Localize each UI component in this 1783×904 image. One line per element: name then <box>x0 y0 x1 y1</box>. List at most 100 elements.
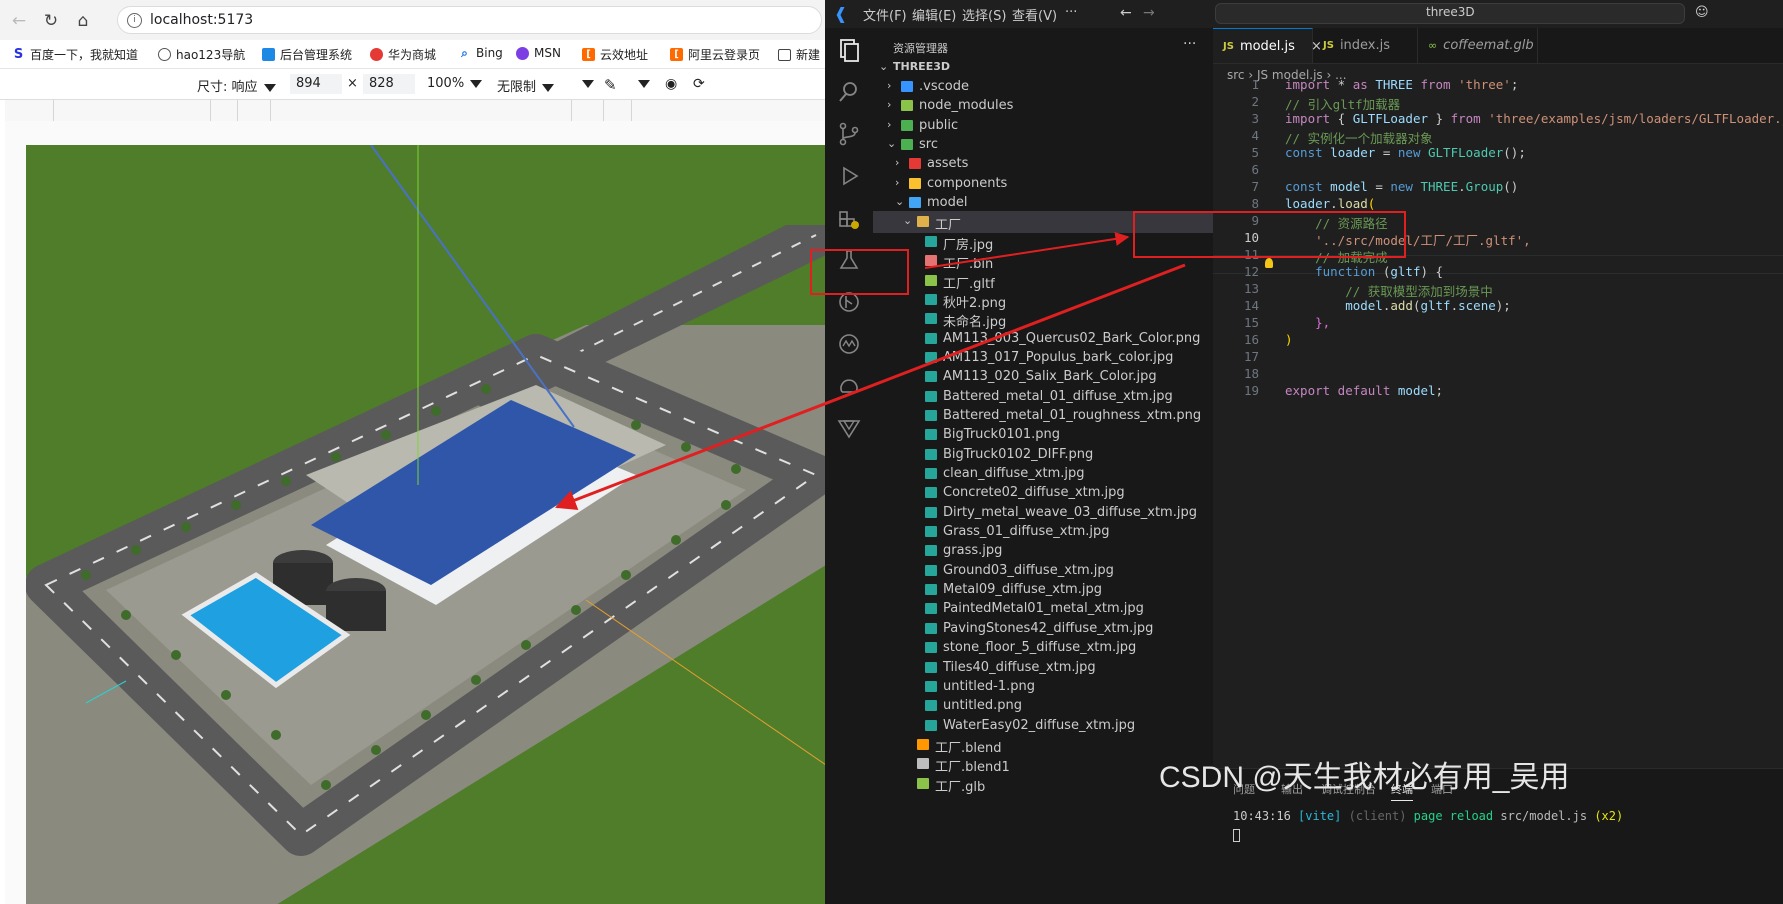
timeline-icon[interactable] <box>835 372 863 400</box>
viewport-height-input[interactable]: 828 <box>363 74 415 94</box>
copilot-icon[interactable]: ☺ <box>1695 5 1709 20</box>
tree-item-label: assets <box>927 156 969 172</box>
bookmark-new-folder[interactable]: 新建 <box>778 46 820 63</box>
tree-item-label: AM113_017_Populus_bark_color.jpg <box>943 349 1174 365</box>
line-number: 8 <box>1251 196 1259 211</box>
eyedropper-icon[interactable]: ✎ <box>604 76 617 94</box>
baidu-icon: S <box>12 47 25 62</box>
source-control-icon[interactable] <box>835 120 863 148</box>
device-size-select[interactable]: 尺寸: 响应 <box>197 76 276 95</box>
file-icon <box>925 603 937 615</box>
more-options-select[interactable] <box>576 76 594 91</box>
tree-item-label: AM113_020_Salix_Bark_Color.jpg <box>943 369 1157 385</box>
menu-view[interactable]: 查看(V) <box>1012 5 1057 24</box>
terminal-cursor[interactable] <box>1233 829 1240 842</box>
code-line-7[interactable]: const model = new THREE.Group() <box>1285 179 1518 194</box>
js-file-icon: JS <box>1223 40 1234 52</box>
tree-item-label: Grass_01_diffuse_xtm.jpg <box>943 524 1110 540</box>
file-icon <box>925 526 937 538</box>
line-number: 6 <box>1251 162 1259 177</box>
file-icon <box>925 680 937 692</box>
line-number: 16 <box>1243 332 1259 347</box>
tree-item-label: Ground03_diffuse_xtm.jpg <box>943 562 1114 578</box>
viewport-width-input[interactable]: 894 <box>290 74 342 94</box>
ruler-tick <box>53 100 54 121</box>
code-line-14[interactable]: model.add(gltf.scene); <box>1285 298 1511 313</box>
file-icon <box>925 448 937 460</box>
folder-icon <box>901 139 913 151</box>
tab-index-js[interactable]: JS index.js <box>1313 28 1418 63</box>
bookmark-aliyun-login[interactable]: [阿里云登录页 <box>670 46 760 63</box>
bookmark-msn[interactable]: MSN <box>516 46 561 60</box>
folder-icon <box>901 119 913 131</box>
bookmark-huawei[interactable]: 华为商城 <box>370 46 436 63</box>
menu-selection[interactable]: 选择(S) <box>962 5 1006 24</box>
browser-address-bar: ← ↻ ⌂ i localhost:5173 <box>0 0 825 40</box>
tree-item-label: grass.jpg <box>943 543 1003 559</box>
tree-item-label: untitled.png <box>943 698 1023 714</box>
menu-edit[interactable]: 编辑(E) <box>912 5 956 24</box>
three-viewport[interactable] <box>5 121 825 904</box>
url-input[interactable]: i localhost:5173 <box>117 6 822 34</box>
back-icon[interactable]: ← <box>8 10 30 32</box>
nav-back-icon[interactable]: ← <box>1120 5 1132 21</box>
tab-coffeemat-glb[interactable]: ∞ coffeemat.glb <box>1418 28 1538 63</box>
eye-icon[interactable]: ◉ <box>665 76 677 92</box>
factory-3d-scene[interactable] <box>26 145 825 904</box>
more-actions-icon[interactable]: ··· <box>1183 36 1196 52</box>
explorer-root[interactable]: ⌄ THREE3D <box>873 58 1213 78</box>
code-line-15[interactable]: }, <box>1285 315 1330 330</box>
reload-icon[interactable]: ↻ <box>40 10 62 32</box>
chevron-down-icon <box>582 79 594 88</box>
vscode-logo-icon: ❰ <box>834 4 848 23</box>
command-center[interactable]: three3D <box>1215 3 1685 24</box>
activity-bar <box>825 28 874 904</box>
code-line-19[interactable]: export default model; <box>1285 383 1443 398</box>
vue-icon[interactable] <box>835 414 863 442</box>
nav-forward-icon[interactable]: → <box>1143 5 1155 21</box>
lightbulb-icon[interactable] <box>1265 258 1273 268</box>
file-icon <box>925 293 937 305</box>
tree-item-label: .vscode <box>919 79 969 94</box>
tree-item-label: src <box>919 137 938 153</box>
tree-item-label: BigTruck0102_DIFF.png <box>943 446 1094 462</box>
rotate-icon[interactable]: ⟳ <box>693 76 705 92</box>
code-line-3[interactable]: import { GLTFLoader } from 'three/exampl… <box>1285 111 1783 126</box>
terminal-line[interactable]: 10:43:16 [vite] (client) page reload src… <box>1233 809 1623 823</box>
menu-more[interactable]: ··· <box>1065 5 1077 20</box>
more-options-select-2[interactable] <box>632 76 650 91</box>
msn-icon <box>516 46 529 60</box>
run-debug-icon[interactable] <box>835 162 863 190</box>
search-icon[interactable] <box>835 78 863 106</box>
bookmark-baidu[interactable]: S 百度一下，我就知道 <box>12 46 138 63</box>
code-line-1[interactable]: import * as THREE from 'three'; <box>1285 77 1518 92</box>
ruler-tick <box>571 100 572 121</box>
code-line-16[interactable]: ) <box>1285 332 1293 347</box>
file-icon <box>917 777 929 789</box>
file-icon <box>925 371 937 383</box>
file-icon <box>925 332 937 344</box>
explorer-icon[interactable] <box>835 36 863 64</box>
home-icon[interactable]: ⌂ <box>72 10 94 32</box>
code-line-12[interactable]: function (gltf) { <box>1285 264 1443 279</box>
zoom-select[interactable]: 100% <box>427 76 483 91</box>
menu-file[interactable]: 文件(F) <box>863 5 907 24</box>
bookmark-hao123[interactable]: hao123导航 <box>158 46 245 63</box>
extensions-icon[interactable] <box>835 204 863 232</box>
code-line-8[interactable]: loader.load( <box>1285 196 1375 211</box>
bookmark-admin[interactable]: 后台管理系统 <box>262 46 352 63</box>
bookmark-bing[interactable]: ⌕ Bing <box>458 46 503 60</box>
code-line-5[interactable]: const loader = new GLTFLoader(); <box>1285 145 1526 160</box>
tree-item-label: BigTruck0101.png <box>943 427 1061 443</box>
tree-item-label: PaintedMetal01_metal_xtm.jpg <box>943 601 1144 617</box>
tab-model-js[interactable]: JS model.js × <box>1213 28 1322 63</box>
remote-icon[interactable] <box>835 330 863 358</box>
tree-item-label: Concrete02_diffuse_xtm.jpg <box>943 485 1125 501</box>
throttle-select[interactable]: 无限制 <box>497 76 555 95</box>
folder-icon <box>909 197 921 209</box>
chevron-down-icon <box>470 79 483 88</box>
browser-window: ← ↻ ⌂ i localhost:5173 S 百度一下，我就知道 hao123… <box>0 0 825 904</box>
info-icon[interactable]: i <box>127 13 142 28</box>
bookmark-yunxiao[interactable]: [云效地址 <box>582 46 648 63</box>
annotation-box-code <box>1133 211 1406 258</box>
